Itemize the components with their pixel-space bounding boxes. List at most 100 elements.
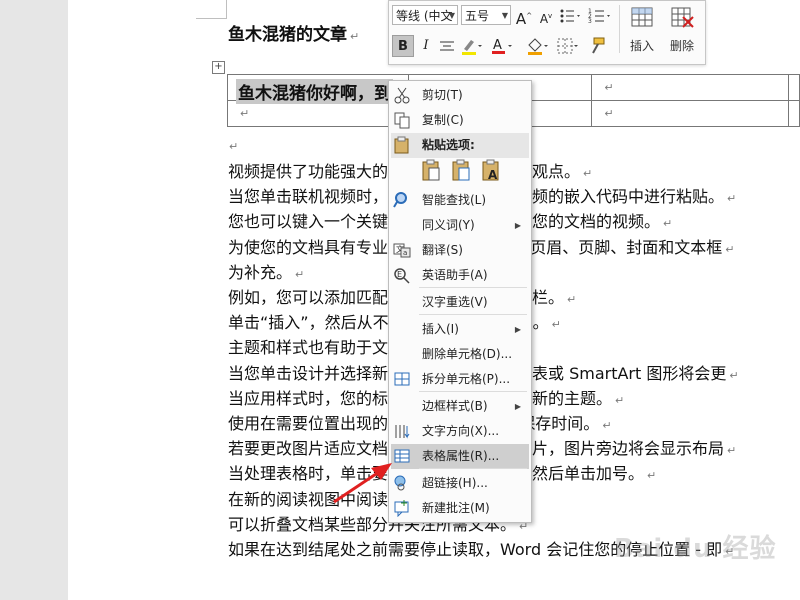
menu-separator [419, 287, 527, 288]
menu-item-label: 拆分单元格(P)... [422, 372, 511, 386]
menu-item[interactable]: E 英语助手(A) [391, 263, 529, 288]
menu-item-label: 插入(I) [422, 322, 459, 336]
table-cell[interactable]: ↵ [788, 74, 800, 101]
numbering-button[interactable]: 123 [587, 5, 613, 27]
menu-item-label: 汉字重选(V) [422, 295, 488, 309]
menu-item[interactable]: 汉字重选(V) [391, 290, 529, 315]
font-color-button[interactable]: A [489, 35, 515, 57]
menu-item-label: 文字方向(X)... [422, 424, 500, 438]
menu-item[interactable]: 拆分单元格(P)... [391, 367, 529, 392]
menu-item-label: 翻译(S) [422, 243, 463, 257]
context-menu: 剪切(T) 复制(C) 粘贴选项: 智能查找(L) 同义词(Y) ▶ 文 a 翻译(S) E 英语助… [388, 80, 532, 523]
menu-item-label: 删除单元格(D)... [422, 347, 513, 361]
clipboard-icon [393, 136, 411, 154]
hyperlink-icon [393, 474, 411, 492]
menu-item[interactable]: 复制(C) [391, 108, 529, 133]
menu-separator [419, 391, 527, 392]
highlight-button[interactable] [459, 35, 485, 57]
paste-merge-formatting-button[interactable] [449, 159, 473, 183]
copy-icon [393, 111, 411, 129]
table-cell[interactable]: ↵ [591, 100, 790, 127]
english-assistant-icon: E [393, 266, 411, 284]
menu-item-label: 智能查找(L) [422, 193, 487, 207]
menu-item[interactable]: 剪切(T) [391, 83, 529, 108]
menu-item-label: 剪切(T) [422, 88, 463, 102]
highlighter-icon [462, 40, 482, 55]
format-painter-button[interactable] [585, 35, 609, 57]
paragraph-mark: ↵ [229, 140, 239, 153]
menu-item[interactable]: 文字方向(X)... [391, 419, 529, 444]
shrink-font-button[interactable]: Av [537, 5, 555, 27]
paste-text-only-icon: A [482, 159, 499, 182]
menu-item-label: 新建批注(M) [422, 501, 490, 515]
bold-button[interactable]: B [392, 35, 414, 57]
menu-item[interactable]: 表格属性(R)... [391, 444, 529, 469]
mini-toolbar: 等线 (中文 ▼ 五号 ▼ A^ Av 123 插入 删除 B I A [388, 0, 706, 65]
svg-text:A: A [493, 38, 502, 53]
menu-item-label: 粘贴选项: [422, 138, 475, 152]
menu-item[interactable]: 超链接(H)... [391, 471, 529, 496]
paste-text-only-button[interactable]: A [479, 159, 503, 183]
scissors-icon [393, 86, 411, 104]
paint-bucket-icon [528, 38, 548, 55]
table-cell[interactable]: ↵ [591, 74, 790, 101]
paste-merge-formatting-icon [452, 159, 470, 181]
center-align-button[interactable] [437, 35, 457, 57]
table-cell[interactable]: ↵ [788, 100, 800, 127]
submenu-arrow-icon: ▶ [514, 402, 521, 411]
watermark: Bai du 经验 [614, 534, 777, 564]
bullets-icon [560, 9, 580, 23]
toolbar-separator [619, 5, 620, 53]
align-center-icon [440, 41, 454, 51]
bullets-button[interactable] [557, 5, 583, 27]
menu-item-label: 复制(C) [422, 113, 464, 127]
font-name-combo[interactable]: 等线 (中文 ▼ [392, 5, 458, 25]
menu-separator [419, 468, 527, 469]
document-line[interactable]: 为补充。 ↵ [228, 259, 304, 283]
table-properties-icon [393, 447, 411, 465]
numbering-icon: 123 [588, 8, 610, 25]
shading-button[interactable] [525, 35, 551, 57]
table-move-handle[interactable]: + [212, 61, 225, 74]
font-color-icon: A [492, 38, 512, 54]
table-cell[interactable]: ↵ [226, 100, 410, 127]
delete-table-icon [671, 7, 694, 28]
submenu-arrow-icon: ▶ [514, 325, 521, 334]
borders-button[interactable] [555, 35, 581, 57]
menu-item-label: 超链接(H)... [422, 476, 488, 490]
menu-item[interactable]: 删除单元格(D)... [391, 342, 529, 367]
menu-item-label: 表格属性(R)... [422, 449, 500, 463]
chevron-down-icon: ▼ [448, 11, 455, 20]
italic-button[interactable]: I [417, 35, 435, 57]
paste-keep-formatting-icon [422, 159, 440, 181]
menu-item[interactable]: 文 a 翻译(S) [391, 238, 529, 263]
chevron-down-icon: ▼ [501, 11, 508, 20]
svg-text:3: 3 [588, 18, 592, 25]
borders-icon [557, 38, 578, 54]
table-cell[interactable]: 鱼木混猪你好啊，到 [226, 74, 410, 104]
menu-item[interactable]: 新建批注(M) [391, 496, 529, 521]
paste-keep-formatting-button[interactable] [419, 159, 443, 183]
menu-item-label: 边框样式(B) [422, 399, 488, 413]
insert-button[interactable]: 插入 [623, 3, 661, 59]
menu-item[interactable]: 同义词(Y) ▶ [391, 213, 529, 238]
svg-text:E: E [397, 270, 402, 279]
split-cells-icon [393, 370, 411, 388]
svg-text:a: a [403, 249, 407, 257]
menu-item[interactable]: 边框样式(B) ▶ [391, 394, 529, 419]
page-corner-mark [196, 0, 227, 19]
svg-text:A: A [488, 168, 498, 182]
submenu-arrow-icon: ▶ [514, 221, 521, 230]
grow-font-button[interactable]: A^ [515, 5, 533, 28]
font-size-combo[interactable]: 五号 ▼ [461, 5, 511, 25]
menu-item-label: 同义词(Y) [422, 218, 475, 232]
text-direction-icon [393, 422, 411, 440]
translate-icon: 文a [393, 241, 411, 259]
menu-separator [419, 314, 527, 315]
menu-item[interactable]: 智能查找(L) [391, 188, 529, 213]
delete-button[interactable]: 删除 [663, 3, 701, 59]
new-comment-icon [393, 499, 411, 518]
menu-item[interactable]: 插入(I) ▶ [391, 317, 529, 342]
menu-item: 粘贴选项: [391, 133, 529, 158]
document-heading[interactable]: 鱼木混猪的文章 ↵ [228, 20, 359, 45]
